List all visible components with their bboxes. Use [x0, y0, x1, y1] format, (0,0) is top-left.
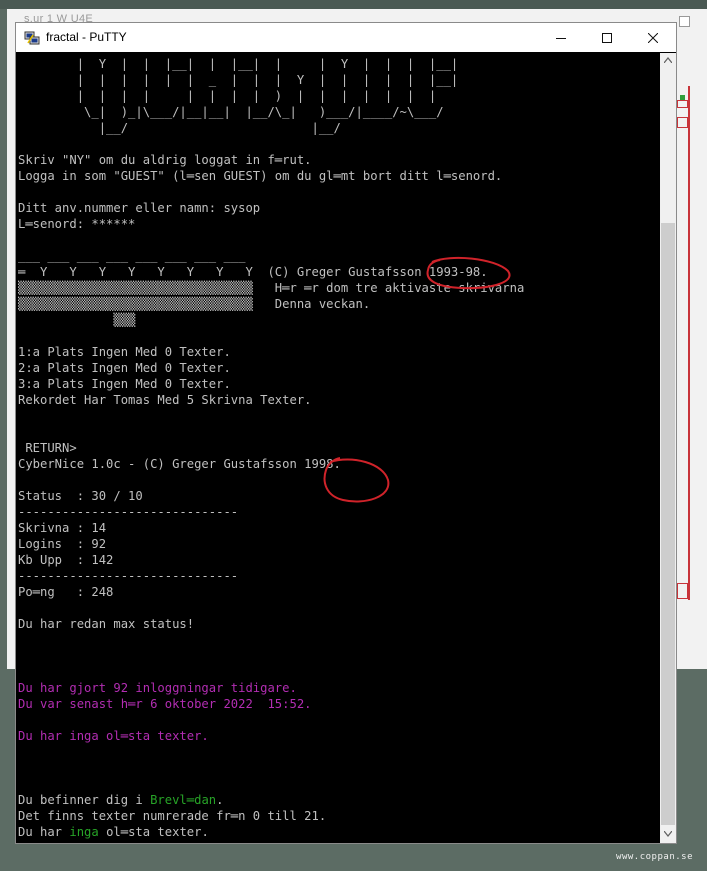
putty-icon[interactable] [24, 30, 40, 46]
terminal-line: Du har gjort 92 inloggningar tidigare. [18, 681, 297, 695]
terminal-screen[interactable]: | Y | | |__| | |__| | | Y | | | |__| | |… [18, 53, 660, 841]
terminal-line: ═ Y Y Y Y Y Y Y Y (C) Greger Gustafsson … [18, 265, 488, 279]
background-red-marker [677, 117, 688, 128]
background-checkbox [679, 16, 690, 27]
putty-window[interactable]: fractal - PuTTY | Y | | |__| | |__| | | … [16, 23, 676, 843]
terminal-line-segment: Du har [18, 825, 70, 839]
terminal-line: Logins : 92 [18, 537, 107, 551]
close-icon [647, 28, 659, 47]
terminal-line: \_| )_|\___/|__|__| |__/\_| )___/|____/~… [18, 105, 444, 119]
terminal-line-segment: . [216, 793, 224, 807]
scroll-down-button[interactable] [660, 827, 676, 843]
terminal-line: Rekordet Har Tomas Med 5 Skrivna Texter. [18, 393, 312, 407]
terminal-line: |__/ |__/ [18, 121, 341, 135]
terminal-line: 2:a Plats Ingen Med 0 Texter. [18, 361, 231, 375]
terminal-line: Skriv "NY" om du aldrig loggat in f═rut. [18, 153, 312, 167]
scroll-up-button[interactable] [660, 53, 676, 69]
terminal-line: ▒▒▒▒▒▒▒▒▒▒▒▒▒▒▒▒▒▒▒▒▒▒▒▒▒▒▒▒▒▒▒▒ H═r ═r … [18, 281, 525, 295]
terminal-line-segment: ol═sta texter. [98, 825, 209, 839]
terminal-line: Ditt anv.nummer eller namn: sysop [18, 201, 261, 215]
background-red-frame [676, 86, 690, 600]
terminal-line-segment: Du befinner dig i [18, 793, 151, 807]
terminal-line: Skrivna : 14 [18, 521, 107, 535]
terminal-line: | | | | | | _ | | | Y | | | | | |__| [18, 73, 459, 87]
terminal-line-segment: inga [69, 825, 99, 839]
background-desktop-strip [0, 0, 707, 9]
terminal-line: | Y | | |__| | |__| | | Y | | | |__| [18, 57, 459, 71]
terminal-line: Du har redan max status! [18, 617, 195, 631]
terminal-line: Du har inga ol═sta texter. [18, 729, 209, 743]
terminal-line: ___ ___ ___ ___ ___ ___ ___ ___ [18, 249, 246, 263]
title-bar[interactable]: fractal - PuTTY [16, 23, 676, 52]
terminal-line: Du var senast h═r 6 oktober 2022 15:52. [18, 697, 312, 711]
terminal-line: Du har inga ol═sta texter. [18, 824, 524, 840]
terminal-text: | Y | | |__| | |__| | | Y | | | |__| | |… [18, 56, 524, 840]
terminal-line: Logga in som "GUEST" (l═sen GUEST) om du… [18, 169, 503, 183]
scroll-down-icon [663, 830, 673, 840]
terminal-line: ------------------------------ [18, 505, 239, 519]
terminal-line: Po═ng : 248 [18, 585, 114, 599]
maximize-button[interactable] [584, 23, 630, 52]
background-green-marker [680, 95, 685, 100]
minimize-icon [556, 28, 566, 47]
scrollbar-thumb[interactable] [661, 223, 675, 825]
terminal-line: 1:a Plats Ingen Med 0 Texter. [18, 345, 231, 359]
terminal-line: | | | | | | | | ) | | | | | | | [18, 89, 437, 103]
terminal-line: 3:a Plats Ingen Med 0 Texter. [18, 377, 231, 391]
close-button[interactable] [630, 23, 676, 52]
vertical-scrollbar[interactable] [660, 53, 676, 843]
background-red-marker [677, 100, 688, 108]
terminal-line: Status : 30 / 10 [18, 489, 143, 503]
window-title: fractal - PuTTY [46, 30, 127, 44]
terminal-line: Det finns texter numrerade fr═n 0 till 2… [18, 809, 327, 823]
terminal-line: CyberNice 1.0c - (C) Greger Gustafsson 1… [18, 457, 341, 471]
terminal-line: RETURN> [18, 441, 77, 455]
terminal-line: L═senord: ****** [18, 217, 136, 231]
scroll-up-icon [663, 56, 673, 66]
terminal-line: Du befinner dig i Brevl═dan. [18, 792, 524, 808]
terminal-line: ▒▒▒ [18, 313, 136, 327]
terminal-line: Kb Upp : 142 [18, 553, 114, 567]
terminal-line: ------------------------------ [18, 569, 239, 583]
minimize-button[interactable] [538, 23, 584, 52]
background-red-marker [677, 583, 688, 599]
watermark: www.coppan.se [616, 852, 693, 862]
maximize-icon [602, 28, 612, 47]
terminal-line: ▒▒▒▒▒▒▒▒▒▒▒▒▒▒▒▒▒▒▒▒▒▒▒▒▒▒▒▒▒▒▒▒ Denna v… [18, 297, 371, 311]
terminal-line-segment: Brevl═dan [150, 793, 217, 807]
